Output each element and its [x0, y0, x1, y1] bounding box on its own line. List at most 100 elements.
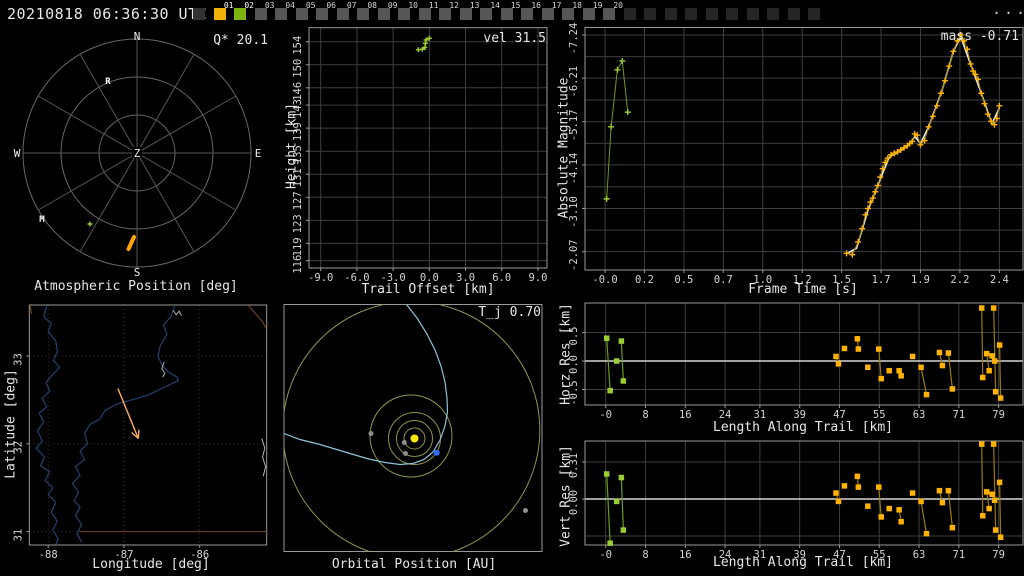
horz-res-panel: -0 8 16 24 31 39 47 55 63 71 790.50.0-0.5	[568, 302, 1024, 421]
camera-slot-22[interactable]	[644, 2, 662, 23]
planet-dot	[523, 508, 528, 513]
camera-10[interactable]: 10	[398, 1, 419, 23]
camera-status-box	[767, 8, 779, 20]
planet-dot	[368, 431, 374, 436]
height-ylabel: Height [km]	[284, 102, 300, 190]
svg-text:2.4: 2.4	[990, 274, 1009, 286]
svg-text:0.5: 0.5	[674, 274, 693, 286]
camera-02[interactable]: 02	[234, 1, 255, 23]
camera-20[interactable]: 20	[603, 1, 624, 23]
camera-12[interactable]: 12	[439, 1, 460, 23]
camera-13[interactable]: 13	[459, 1, 481, 23]
atmospheric-position-panel: Z N S W E R M	[14, 30, 262, 279]
camera-16[interactable]: 16	[521, 1, 542, 23]
vert-res-panel: -0 8 16 24 31 39 47 55 63 71 790.310.00	[568, 440, 1024, 561]
camera-slot-27[interactable]	[746, 2, 765, 23]
camera-15[interactable]: 15	[500, 1, 522, 23]
station-marker-M: M	[39, 215, 45, 225]
camera-17[interactable]: 17	[541, 1, 563, 23]
camera-05[interactable]: 05	[295, 1, 317, 23]
camera-04[interactable]: 04	[275, 1, 296, 23]
svg-text:119: 119	[292, 237, 304, 256]
camera-status-box	[808, 8, 820, 20]
camera-01[interactable]: 01	[213, 1, 235, 23]
camera-19[interactable]: 19	[582, 1, 604, 23]
camera-status-box	[623, 8, 636, 20]
svg-text:0.7: 0.7	[714, 274, 733, 286]
svg-text:63: 63	[913, 549, 926, 561]
ground-track-arrow	[117, 388, 140, 440]
svg-text:71: 71	[953, 549, 966, 561]
earth-dot	[433, 449, 440, 456]
svg-text:S: S	[134, 266, 141, 279]
svg-text:154: 154	[292, 36, 304, 55]
svg-text:33: 33	[12, 353, 24, 366]
atmospheric-xlabel: Atmospheric Position [deg]	[34, 279, 238, 294]
svg-text:E: E	[255, 147, 262, 160]
svg-text:16: 16	[679, 549, 692, 561]
svg-text:127: 127	[292, 191, 304, 210]
camera-status-box	[541, 8, 554, 20]
camera-status-box	[664, 8, 677, 20]
camera-status-box	[336, 8, 349, 20]
camera-18[interactable]: 18	[562, 1, 583, 23]
overflow-menu-button[interactable]: ...	[992, 0, 1024, 18]
svg-text:-9.0: -9.0	[308, 272, 333, 284]
svg-text:2.2: 2.2	[950, 274, 969, 286]
orbit-panel-title: T_j 0.70	[478, 305, 541, 320]
camera-slot-24[interactable]	[685, 2, 703, 23]
svg-text:9.0: 9.0	[528, 272, 547, 284]
camera-11[interactable]: 11	[418, 1, 440, 23]
camera-slot-26[interactable]	[726, 2, 744, 23]
camera-slot-28[interactable]	[767, 2, 785, 23]
camera-slot-23[interactable]	[664, 2, 683, 23]
camera-status-box	[316, 8, 328, 20]
camera-14[interactable]: 14	[480, 1, 501, 23]
camera-status-box	[603, 8, 615, 20]
clock: 20210818 06:36:30 UTC	[7, 5, 208, 23]
camera-status-box	[234, 8, 246, 20]
magnitude-panel: -0.0 0.2 0.5 0.7 1.0 1.2 1.5 1.7 1.9 2.2 2.4-7.24-…	[568, 23, 1024, 286]
camera-09[interactable]: 09	[377, 1, 399, 23]
camera-status-box	[644, 8, 656, 20]
horz-res-ylabel: Horz Res [km]	[558, 303, 574, 405]
svg-text:1.7: 1.7	[872, 274, 891, 286]
svg-text:16: 16	[679, 409, 692, 421]
camera-status-box	[521, 8, 533, 20]
svg-text:79: 79	[992, 409, 1005, 421]
map-xlabel: Longitude [deg]	[92, 557, 210, 572]
horz-res-xlabel: Length Along Trail [km]	[712, 420, 894, 435]
camera-07[interactable]: 07	[336, 1, 358, 23]
svg-text:-0.0: -0.0	[592, 274, 617, 286]
svg-text:123: 123	[292, 214, 304, 233]
camera-status-box	[500, 8, 513, 20]
camera-slot-25[interactable]	[705, 2, 724, 23]
svg-text:N: N	[134, 30, 141, 43]
svg-text:-0: -0	[599, 549, 612, 561]
camera-slot-0[interactable]	[193, 2, 211, 23]
camera-06[interactable]: 06	[316, 1, 337, 23]
camera-status-box	[726, 8, 738, 20]
station-marker-R: R	[105, 77, 111, 87]
orbit-panel	[283, 304, 543, 552]
camera-slot-29[interactable]	[787, 2, 806, 23]
svg-text:Z: Z	[134, 147, 141, 160]
svg-text:-0: -0	[599, 409, 612, 421]
svg-text:-2.07: -2.07	[568, 239, 580, 271]
magnitude-panel-title: mass -0.71	[940, 29, 1019, 44]
camera-status-box	[705, 8, 718, 20]
svg-text:146: 146	[292, 82, 304, 101]
camera-slot-30[interactable]	[808, 2, 826, 23]
camera-slot-21[interactable]	[623, 2, 642, 23]
camera-03[interactable]: 03	[254, 1, 276, 23]
vert-res-ylabel: Vert Res [km]	[558, 445, 574, 547]
height-xlabel: Trail Offset [km]	[361, 282, 495, 297]
camera-status-box	[377, 8, 390, 20]
camera-08[interactable]: 08	[357, 1, 378, 23]
svg-text:31: 31	[12, 529, 24, 542]
planet-dot	[401, 440, 407, 445]
svg-text:150: 150	[292, 59, 304, 78]
map-ylabel: Latitude [deg]	[3, 369, 19, 479]
svg-text:8: 8	[642, 409, 648, 421]
svg-text:116: 116	[292, 255, 304, 274]
